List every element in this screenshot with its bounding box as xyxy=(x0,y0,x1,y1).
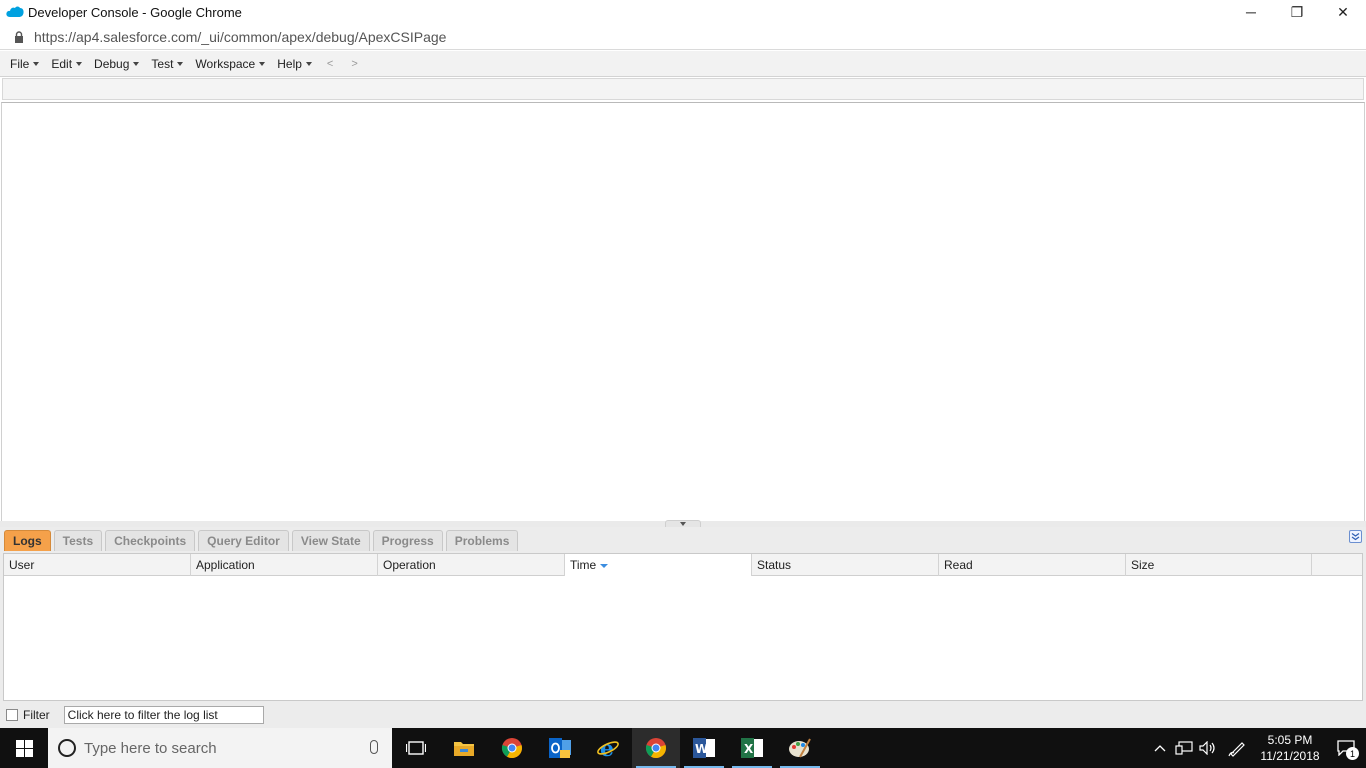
menu-workspace[interactable]: Workspace xyxy=(189,53,271,75)
window-title: Developer Console - Google Chrome xyxy=(28,4,242,20)
tab-query-editor[interactable]: Query Editor xyxy=(198,530,289,551)
svg-text:X: X xyxy=(744,742,754,756)
filter-checkbox[interactable] xyxy=(6,709,18,721)
volume-icon[interactable] xyxy=(1196,728,1220,768)
logs-table-header: User Application Operation Time Status R… xyxy=(4,554,1362,576)
show-hidden-icons-icon[interactable] xyxy=(1148,728,1172,768)
svg-text:W: W xyxy=(695,742,708,756)
search-placeholder: Type here to search xyxy=(84,739,217,757)
network-icon[interactable] xyxy=(1172,728,1196,768)
caret-down-icon xyxy=(177,61,184,66)
filter-label: Filter xyxy=(23,708,50,722)
ie-glyph: e xyxy=(597,737,619,759)
file-explorer-icon[interactable] xyxy=(440,728,488,768)
url-text[interactable]: https://ap4.salesforce.com/_ui/common/ap… xyxy=(34,29,446,45)
caret-down-icon xyxy=(259,61,266,66)
outlook-icon[interactable] xyxy=(536,728,584,768)
filter-input[interactable] xyxy=(63,706,264,724)
network-glyph xyxy=(1175,741,1193,755)
editor-tab-strip xyxy=(2,78,1364,100)
column-header-status[interactable]: Status xyxy=(752,554,939,576)
collapse-panel-button[interactable] xyxy=(1349,530,1362,543)
windows-logo-icon xyxy=(15,739,33,757)
task-view-glyph xyxy=(406,741,426,755)
task-view-icon[interactable] xyxy=(392,728,440,768)
tab-problems[interactable]: Problems xyxy=(445,530,519,551)
column-header-time[interactable]: Time xyxy=(565,554,752,576)
microphone-icon[interactable] xyxy=(370,740,378,754)
panel-tabs: Logs Tests Checkpoints Query Editor View… xyxy=(4,530,521,551)
column-header-user[interactable]: User xyxy=(4,554,191,576)
taskbar-search[interactable]: Type here to search xyxy=(48,728,392,768)
pen-glyph xyxy=(1228,742,1245,757)
caret-down-icon xyxy=(76,61,83,66)
windows-taskbar: Type here to search e W X 5:05 PM 11/21/… xyxy=(0,728,1366,768)
clock-date: 11/21/2018 xyxy=(1260,749,1320,763)
folder-glyph xyxy=(454,742,474,756)
column-header-size[interactable]: Size xyxy=(1126,554,1312,576)
chrome-icon[interactable] xyxy=(488,728,536,768)
double-chevron-down-icon xyxy=(1351,532,1360,541)
column-header-application[interactable]: Application xyxy=(191,554,378,576)
excel-icon[interactable]: X xyxy=(728,728,776,768)
tab-progress[interactable]: Progress xyxy=(372,530,443,551)
close-button[interactable]: ✕ xyxy=(1320,0,1366,24)
word-glyph: W xyxy=(693,738,715,758)
tab-tests[interactable]: Tests xyxy=(53,530,103,551)
column-header-spacer xyxy=(1312,554,1362,576)
action-center-button[interactable]: 1 xyxy=(1326,728,1366,768)
chevron-up-glyph xyxy=(1154,745,1166,752)
word-icon[interactable]: W xyxy=(680,728,728,768)
tab-logs[interactable]: Logs xyxy=(4,530,51,551)
chrome-active-icon[interactable] xyxy=(632,728,680,768)
tab-checkpoints[interactable]: Checkpoints xyxy=(105,530,196,551)
restore-button[interactable]: ❐ xyxy=(1274,0,1320,24)
chrome-glyph xyxy=(501,738,522,759)
internet-explorer-icon[interactable]: e xyxy=(584,728,632,768)
address-bar[interactable]: https://ap4.salesforce.com/_ui/common/ap… xyxy=(0,24,1366,50)
chevron-down-icon xyxy=(680,522,686,526)
chrome-glyph xyxy=(645,738,666,759)
sort-descending-icon xyxy=(600,563,609,568)
salesforce-cloud-icon xyxy=(6,6,24,17)
minimize-button[interactable]: ─ xyxy=(1228,0,1274,24)
logs-table: User Application Operation Time Status R… xyxy=(3,553,1363,701)
back-button[interactable]: < xyxy=(318,58,342,70)
column-header-operation[interactable]: Operation xyxy=(378,554,565,576)
svg-text:e: e xyxy=(600,737,614,759)
paint-icon[interactable] xyxy=(776,728,824,768)
cortana-icon xyxy=(58,739,76,757)
menu-test[interactable]: Test xyxy=(145,53,189,75)
clock-time: 5:05 PM xyxy=(1267,733,1313,747)
menu-help[interactable]: Help xyxy=(271,53,318,75)
console-menu-bar: File Edit Debug Test Workspace Help < > xyxy=(0,51,1366,77)
system-tray: 5:05 PM 11/21/2018 1 xyxy=(1148,728,1366,768)
chrome-title-bar: Developer Console - Google Chrome ─ ❐ ✕ xyxy=(0,0,1366,24)
caret-down-icon xyxy=(33,61,40,66)
editor-area[interactable] xyxy=(1,102,1365,522)
caret-down-icon xyxy=(133,61,140,66)
bottom-panel: Logs Tests Checkpoints Query Editor View… xyxy=(0,527,1366,728)
menu-file[interactable]: File xyxy=(4,53,45,75)
outlook-glyph xyxy=(549,738,571,758)
start-button[interactable] xyxy=(0,728,48,768)
forward-button[interactable]: > xyxy=(342,58,366,70)
menu-debug[interactable]: Debug xyxy=(88,53,145,75)
excel-glyph: X xyxy=(741,738,763,758)
taskbar-clock[interactable]: 5:05 PM 11/21/2018 xyxy=(1254,732,1326,764)
caret-down-icon xyxy=(305,61,312,66)
lock-icon xyxy=(15,30,23,43)
filter-row: Filter xyxy=(0,702,1366,728)
column-header-read[interactable]: Read xyxy=(939,554,1126,576)
pen-icon[interactable] xyxy=(1220,728,1254,768)
tab-view-state[interactable]: View State xyxy=(291,530,370,551)
paint-palette-glyph xyxy=(789,738,811,758)
splitter-handle[interactable] xyxy=(665,520,701,527)
menu-edit[interactable]: Edit xyxy=(45,53,88,75)
notification-count-badge: 1 xyxy=(1346,747,1359,760)
speaker-glyph xyxy=(1199,741,1215,755)
